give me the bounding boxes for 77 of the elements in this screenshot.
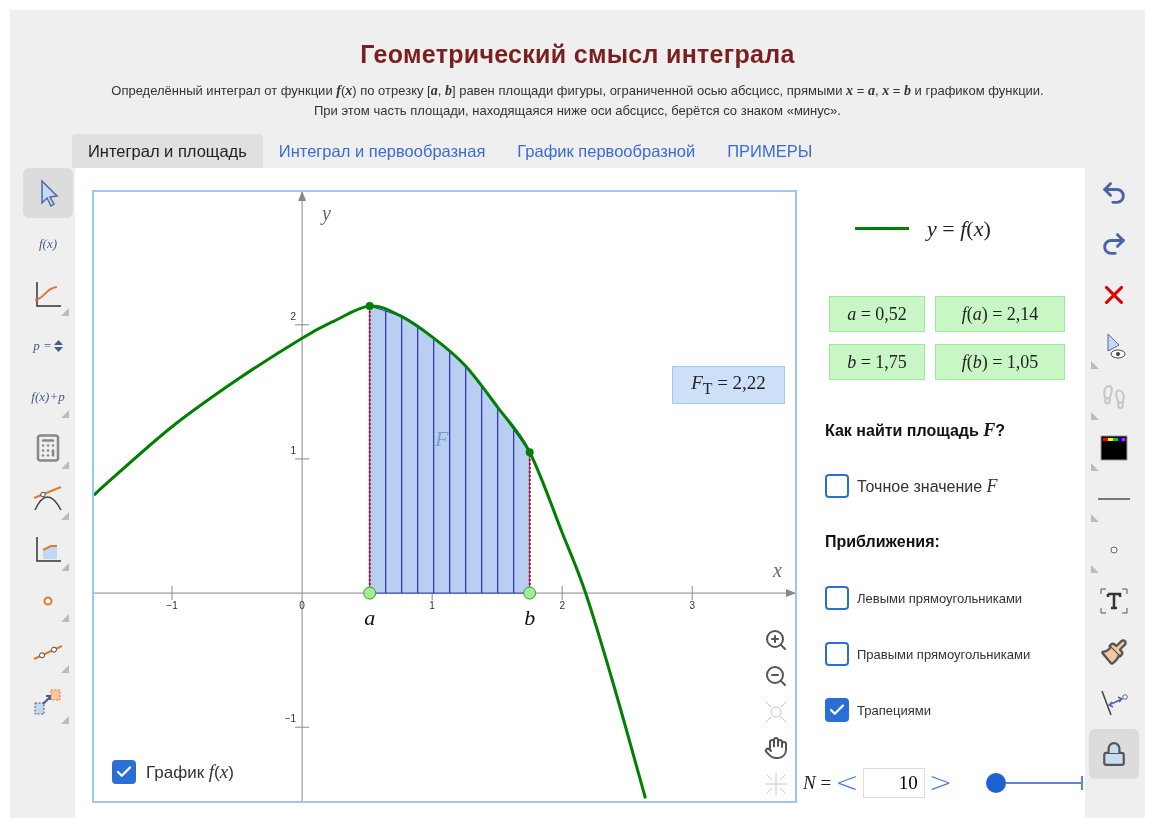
function-label-icon: f(x)+p: [31, 389, 65, 405]
curve-point: [525, 448, 534, 457]
checkbox-label: График f(x): [146, 761, 234, 783]
tick-label: −1: [284, 713, 297, 725]
slider-thumb[interactable]: [986, 773, 1007, 793]
tab[interactable]: ПРИМЕРЫ: [711, 134, 829, 168]
checkbox[interactable]: [825, 474, 849, 498]
hand-icon: [764, 736, 788, 760]
checkbox-label: Левыми прямоугольниками: [857, 590, 1023, 606]
increment-button[interactable]: >: [926, 769, 955, 797]
value-display: f(b) = 1,05: [935, 344, 1065, 380]
axis-label: y: [322, 202, 331, 224]
submenu-indicator-icon: [1091, 565, 1099, 573]
checkbox[interactable]: [825, 642, 849, 666]
undo-icon: [1100, 179, 1128, 207]
submenu-indicator-icon: [1091, 463, 1099, 471]
checkbox-label: Трапециями: [857, 702, 931, 718]
decrement-button[interactable]: <: [833, 769, 861, 797]
tick-label: −1: [166, 600, 178, 612]
submenu-indicator-icon: [1091, 514, 1099, 522]
number-input[interactable]: 10: [862, 768, 925, 798]
color-palette-icon: [1099, 433, 1129, 463]
submenu-indicator-icon: [1091, 361, 1099, 369]
description-text: При этом часть площади, находящаяся ниже оси абсцисс, берётся со знаком «минус».: [314, 103, 841, 118]
legend-label: y = f(x): [927, 216, 991, 242]
brush-icon: [1100, 638, 1128, 666]
section-heading: Приближения:: [825, 533, 940, 551]
lock-icon: [1101, 741, 1127, 767]
section-heading: Как найти площадь F?: [825, 419, 1006, 441]
axis-label: x: [773, 559, 782, 582]
value-display: b = 1,75: [829, 344, 925, 380]
tick-label: 0: [299, 600, 305, 612]
checkbox[interactable]: [825, 586, 849, 610]
center-view-icon: [764, 772, 788, 796]
tick-label: 3: [689, 600, 696, 612]
view-control-button[interactable]: [763, 627, 789, 653]
tab[interactable]: Интеграл и площадь: [72, 134, 263, 168]
zoom-out-icon: [764, 664, 788, 688]
line-style-icon: [1098, 497, 1130, 501]
text-tool-icon: [1100, 588, 1128, 614]
tick-label: 2: [559, 600, 565, 612]
region-label: F: [435, 425, 449, 451]
tab[interactable]: График первообразной: [501, 134, 712, 168]
stepper-label: N =: [803, 772, 832, 794]
page-title: Геометрический смысл интеграла: [359, 40, 796, 69]
draggable-point[interactable]: [363, 586, 377, 600]
point-label: a: [364, 605, 376, 631]
checkbox-label: Точное значение F: [857, 475, 998, 497]
view-control-button[interactable]: [763, 735, 789, 761]
view-control-button[interactable]: [763, 663, 789, 689]
value-display: a = 0,52: [829, 296, 925, 332]
tick-label: 1: [429, 600, 435, 612]
value-display: f(a) = 2,14: [935, 296, 1065, 332]
toolbar-button[interactable]: f(x): [23, 219, 73, 269]
approximation-value: F$_{T}$ = 2,22: [672, 366, 785, 404]
zoom-to-fit-icon: [764, 700, 788, 724]
toolbar-button[interactable]: p =: [23, 321, 73, 371]
redo-icon: [1100, 230, 1128, 258]
curve-point: [365, 302, 374, 310]
checkbox[interactable]: [112, 760, 136, 784]
zoom-in-icon: [764, 628, 788, 652]
point-icon: [42, 595, 54, 607]
submenu-indicator-icon: [1091, 412, 1099, 420]
function-label-icon: f(x): [38, 236, 57, 252]
checkbox[interactable]: [825, 698, 849, 722]
description-text: Определённый интеграл от функции f(x) по отрезку [a, b] равен площади фигуры, ограниченной осью абсцисс, прямыми x = a, x = b и графиком функции.: [111, 83, 1044, 99]
tick-label: 1: [290, 444, 297, 456]
point-label: b: [524, 605, 536, 631]
graph-panel[interactable]: −1 0 1 2 3 −1 1 2 x y F a b F$_{T}$ = 2,22 График f(x): [92, 190, 797, 803]
legend-line-icon: [855, 227, 909, 231]
point-style-icon: [1110, 546, 1118, 554]
tab[interactable]: Интеграл и первообразная: [262, 134, 502, 168]
draggable-point[interactable]: [523, 586, 537, 600]
tick-label: 2: [290, 310, 297, 322]
checkbox-label: Правыми прямоугольниками: [857, 646, 1031, 662]
footprints-icon: [1101, 384, 1127, 410]
angle-icon: [1099, 688, 1129, 718]
